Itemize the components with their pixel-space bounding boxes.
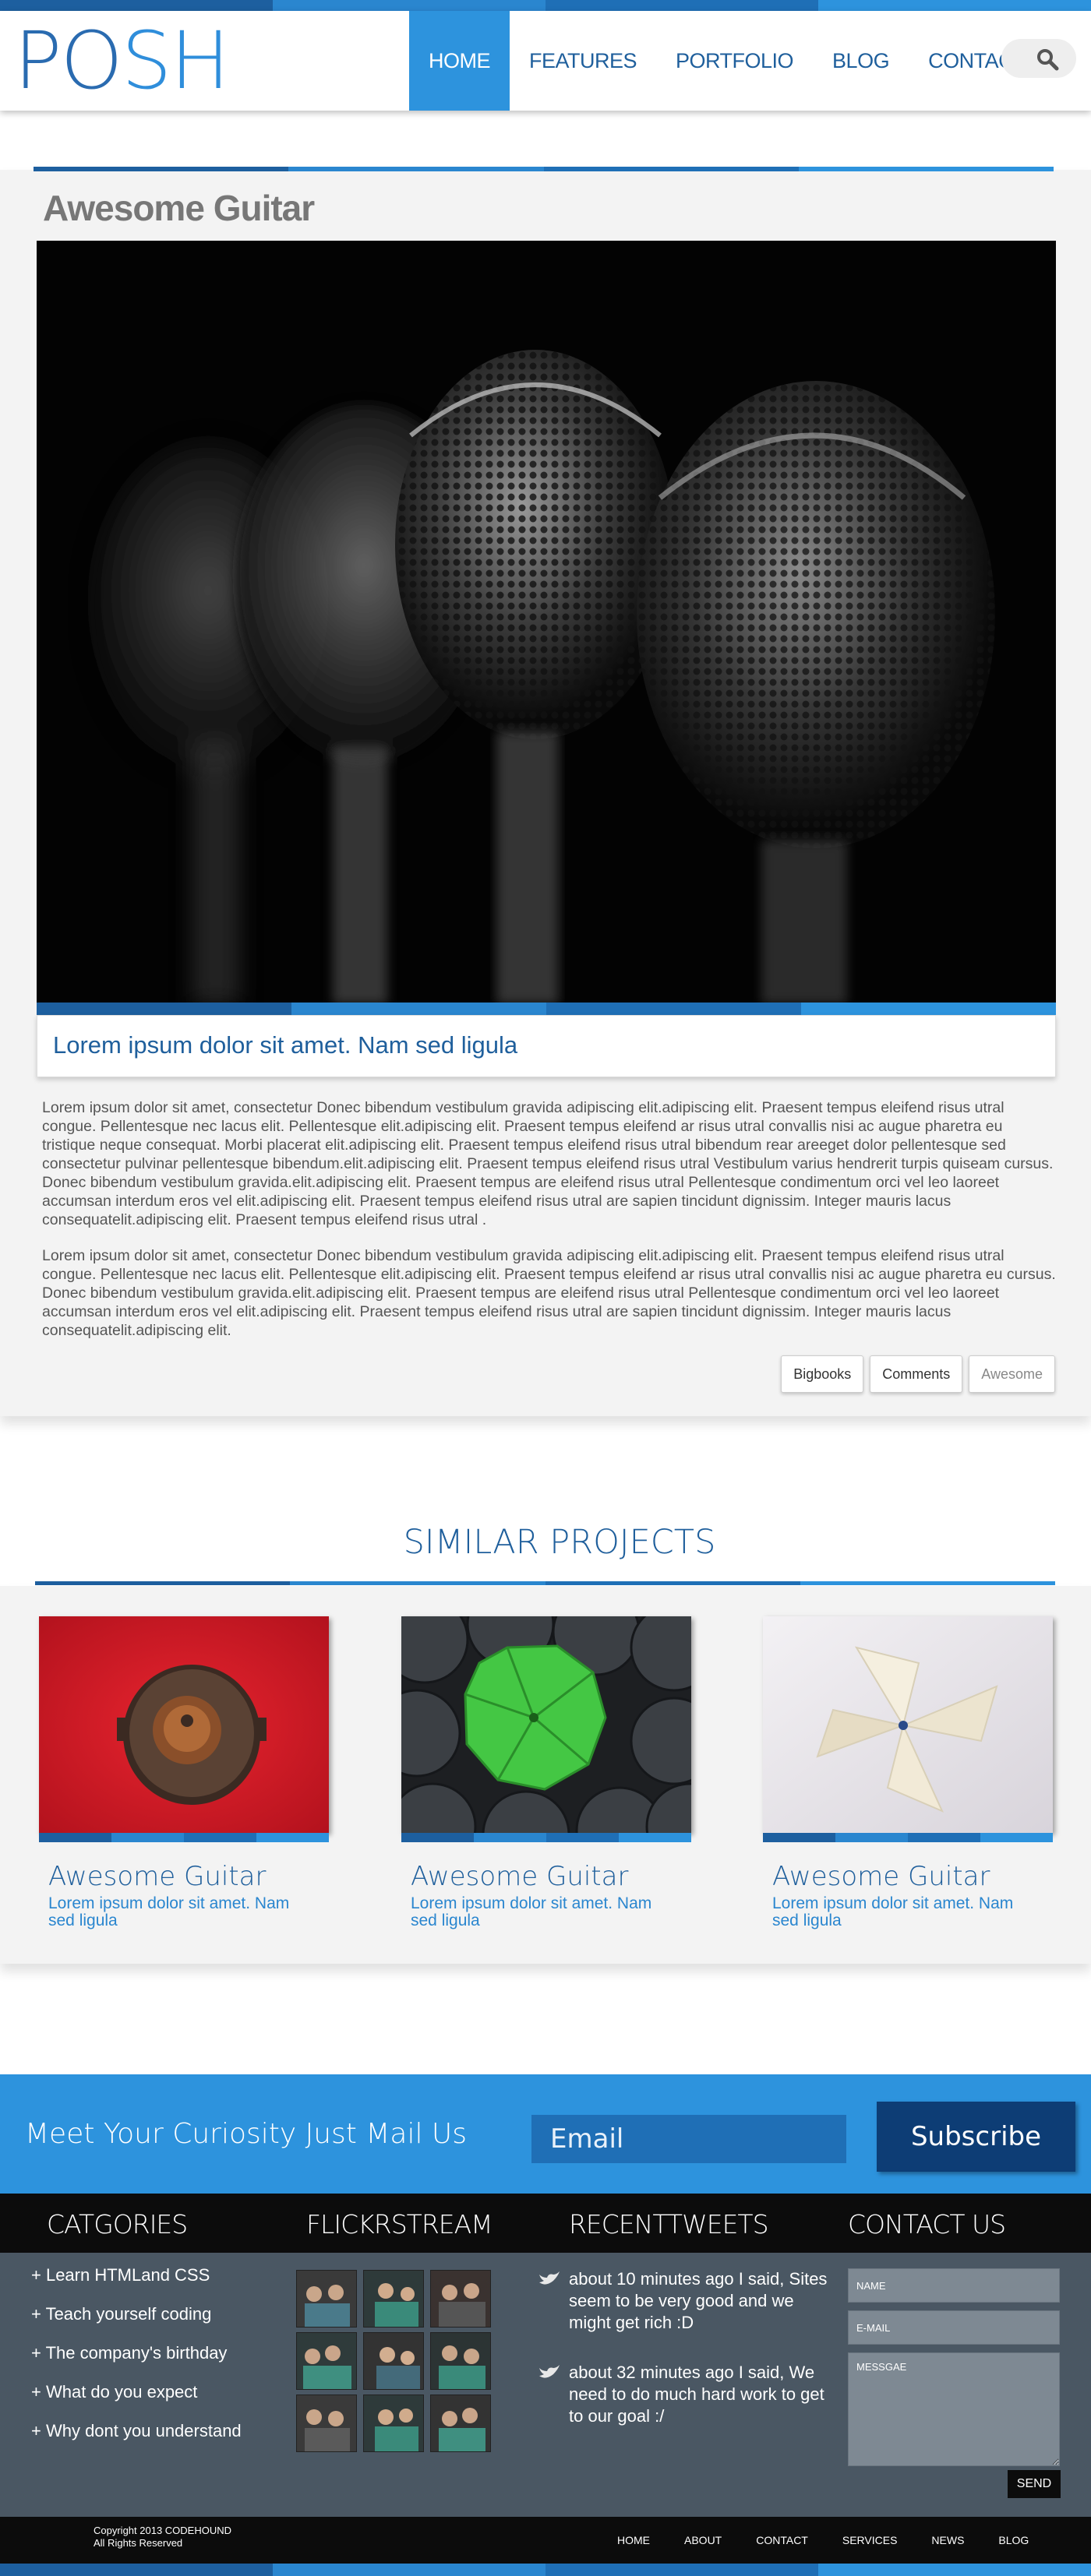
tweet: about 10 minutes ago I said, Sites seem … — [538, 2268, 834, 2334]
flickr-thumbnail[interactable] — [363, 2270, 424, 2328]
copyright: Copyright 2013 CODEHOUND All Rights Rese… — [94, 2525, 231, 2550]
subscribe-banner: Meet Your Curiosity Just Mail Us Subscri… — [0, 2074, 1091, 2194]
nav-home[interactable]: HOME — [409, 11, 510, 111]
nav-portfolio[interactable]: PORTFOLIO — [656, 11, 813, 111]
copyright-line: All Rights Reserved — [94, 2537, 183, 2549]
logo-part: SH — [121, 15, 230, 107]
flickr-thumbnail[interactable] — [430, 2270, 491, 2328]
project-card[interactable]: Awesome Guitar Lorem ipsum dolor sit ame… — [401, 1616, 691, 1929]
category-link[interactable]: + Learn HTMLand CSS — [31, 2265, 242, 2304]
tweet: about 32 minutes ago I said, We need to … — [538, 2362, 834, 2427]
bottom-color-stripe — [0, 2564, 1091, 2576]
category-list: + Learn HTMLand CSS + Teach yourself cod… — [31, 2265, 242, 2460]
flickr-thumbnail[interactable] — [296, 2332, 357, 2390]
tweet-text: about 10 minutes ago I said, Sites seem … — [569, 2269, 828, 2332]
site-footer: CATGORIES FLICKRSTREAM RECENTTWEETS CONT… — [0, 2194, 1091, 2517]
twitter-bird-icon — [538, 2268, 569, 2334]
footer-heading-bar: CATGORIES FLICKRSTREAM RECENTTWEETS CONT… — [0, 2194, 1091, 2253]
flickr-thumbnail[interactable] — [363, 2332, 424, 2390]
category-link[interactable]: + Why dont you understand — [31, 2421, 242, 2460]
tag-comments[interactable]: Comments — [870, 1355, 963, 1393]
hero-accent-bar — [37, 1003, 1056, 1015]
hero-image-microphones — [37, 241, 1056, 1003]
main-nav: HOME FEATURES PORTFOLIO BLOG CONTACT — [409, 11, 1045, 111]
section-heading: SIMILAR PROJECTS — [403, 1523, 716, 1562]
hero-caption: Lorem ipsum dolor sit amet. Nam sed ligu… — [37, 1015, 1056, 1077]
tag-awesome[interactable]: Awesome — [969, 1355, 1055, 1393]
flickr-thumbnail[interactable] — [430, 2332, 491, 2390]
footer-heading-categories: CATGORIES — [47, 2209, 188, 2239]
article-paragraph: Lorem ipsum dolor sit amet, consectetur … — [42, 1247, 1056, 1339]
article-title: Awesome Guitar — [43, 188, 315, 228]
copyright-line: Copyright 2013 CODEHOUND — [94, 2525, 232, 2536]
project-bar — [401, 1833, 691, 1842]
nav-blog[interactable]: BLOG — [813, 11, 909, 111]
bottom-nav-services[interactable]: SERVICES — [842, 2534, 898, 2546]
search-button[interactable] — [1001, 39, 1076, 78]
bottom-nav-home[interactable]: HOME — [617, 2534, 650, 2546]
project-description: Lorem ipsum dolor sit amet. Nam sed ligu… — [411, 1894, 652, 1929]
subscribe-text: Meet Your Curiosity Just Mail Us — [25, 2118, 468, 2150]
project-card[interactable]: Awesome Guitar Lorem ipsum dolor sit ame… — [39, 1616, 329, 1929]
bottom-nav-blog[interactable]: BLOG — [998, 2534, 1029, 2546]
project-description: Lorem ipsum dolor sit amet. Nam sed ligu… — [48, 1894, 290, 1929]
tweet-text: about 32 minutes ago I said, We need to … — [569, 2363, 824, 2426]
project-image-pinwheel[interactable] — [763, 1616, 1053, 1833]
category-link[interactable]: + Teach yourself coding — [31, 2304, 242, 2343]
bottom-nav: HOME ABOUT CONTACT SERVICES NEWS BLOG — [600, 2517, 1046, 2564]
footer-heading-contact: CONTACT US — [848, 2209, 1006, 2239]
category-link[interactable]: + What do you expect — [31, 2382, 242, 2421]
top-color-stripe — [0, 0, 1091, 11]
footer-heading-tweets: RECENTTWEETS — [569, 2209, 769, 2239]
project-title[interactable]: Awesome Guitar — [48, 1861, 329, 1892]
flickr-grid — [296, 2270, 491, 2452]
bottom-nav-contact[interactable]: CONTACT — [756, 2534, 808, 2546]
contact-name-field[interactable] — [848, 2268, 1060, 2303]
bottom-nav-about[interactable]: ABOUT — [684, 2534, 722, 2546]
bottom-bar: Copyright 2013 CODEHOUND All Rights Rese… — [0, 2517, 1091, 2564]
article-paragraph: Lorem ipsum dolor sit amet, consectetur … — [42, 1099, 1054, 1228]
subscribe-button[interactable]: Subscribe — [877, 2102, 1075, 2172]
tag-list: Bigbooks Comments Awesome — [781, 1355, 1055, 1393]
project-card[interactable]: Awesome Guitar Lorem ipsum dolor sit ame… — [763, 1616, 1053, 1929]
bottom-nav-news[interactable]: NEWS — [931, 2534, 964, 2546]
logo-part: PO — [14, 15, 123, 107]
site-header: POSH HOME FEATURES PORTFOLIO BLOG CONTAC… — [0, 11, 1091, 111]
article-top-line — [34, 167, 1054, 171]
project-image-red[interactable] — [39, 1616, 329, 1833]
project-title[interactable]: Awesome Guitar — [772, 1861, 1053, 1892]
tag-bigbooks[interactable]: Bigbooks — [781, 1355, 864, 1393]
send-button[interactable]: SEND — [1008, 2470, 1061, 2498]
section-line — [35, 1581, 1055, 1585]
nav-features[interactable]: FEATURES — [510, 11, 656, 111]
email-field[interactable] — [531, 2115, 846, 2163]
footer-heading-flickr: FLICKRSTREAM — [306, 2209, 493, 2239]
search-icon — [1037, 49, 1059, 71]
project-bar — [39, 1833, 329, 1842]
twitter-bird-icon — [538, 2362, 569, 2427]
project-description: Lorem ipsum dolor sit amet. Nam sed ligu… — [772, 1894, 1014, 1929]
project-title[interactable]: Awesome Guitar — [411, 1861, 691, 1892]
logo[interactable]: POSH — [14, 19, 230, 104]
flickr-thumbnail[interactable] — [296, 2395, 357, 2452]
flickr-thumbnail[interactable] — [363, 2395, 424, 2452]
flickr-thumbnail[interactable] — [296, 2270, 357, 2328]
project-image-umbrellas[interactable] — [401, 1616, 691, 1833]
flickr-thumbnail[interactable] — [430, 2395, 491, 2452]
category-link[interactable]: + The company's birthday — [31, 2343, 242, 2382]
project-bar — [763, 1833, 1053, 1842]
contact-message-field[interactable] — [848, 2352, 1060, 2466]
contact-email-field[interactable] — [848, 2310, 1060, 2345]
